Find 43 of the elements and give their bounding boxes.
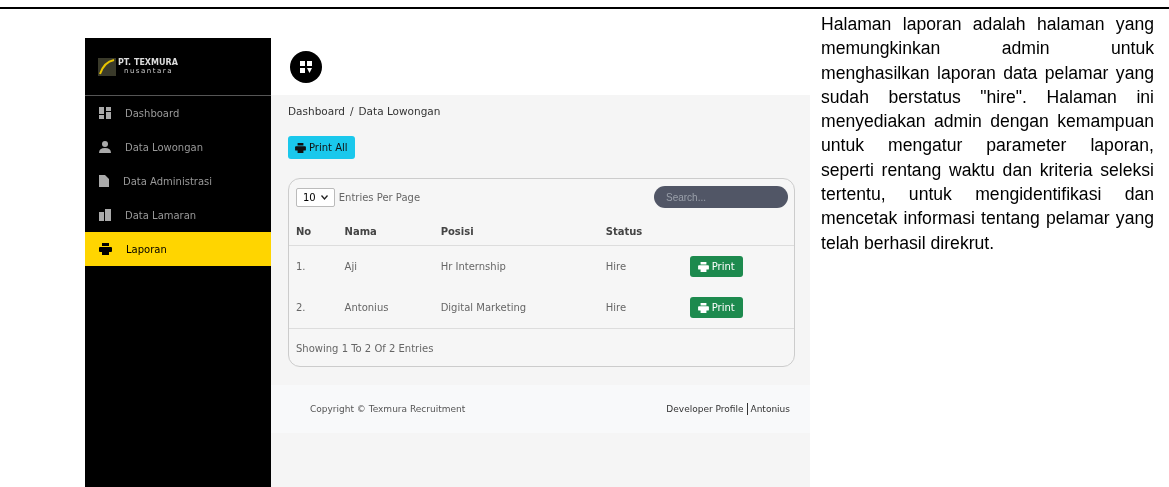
table-summary: Showing 1 To 2 Of 2 Entries <box>289 328 794 366</box>
breadcrumb-current: Data Lowongan <box>358 105 441 117</box>
breadcrumb-link[interactable]: Dashboard <box>288 105 345 117</box>
sidebar-item[interactable]: Dashboard <box>85 96 271 130</box>
sidebar-item[interactable]: Laporan <box>85 232 271 266</box>
footer-link[interactable]: Developer Profile <box>666 404 744 414</box>
document-icon <box>99 175 109 187</box>
sidebar-item[interactable]: Data Administrasi <box>85 164 271 198</box>
menu-toggle-icon[interactable] <box>290 50 322 83</box>
print-button[interactable]: Print <box>689 297 743 318</box>
table-cell-text: Hire <box>604 301 628 315</box>
user-icon <box>99 141 111 153</box>
column-header[interactable]: No <box>289 218 338 246</box>
copyright-text: Copyright © Texmura Recruitment <box>310 404 466 414</box>
grid-icon <box>99 107 111 119</box>
logo-title: PT. TEXMURA <box>118 58 178 67</box>
search-field[interactable]: Search... <box>654 186 788 208</box>
column-header[interactable]: Posisi <box>433 218 599 246</box>
table-cell: Aji <box>337 245 434 287</box>
print-button[interactable]: Print <box>689 256 743 277</box>
table-cell: Hr Internship <box>433 245 599 287</box>
column-header[interactable]: Status <box>598 218 683 246</box>
description-paragraph: Halaman laporan adalah halaman yang memungkinkan admin untuk menghasilkan laporan data pelamar yang sudah berstatus "hire". Halaman ini menyediakan admin dengan kemampuan untuk mengatur parameter laporan, seperti rentang waktu dan kriteria seleksi tertentu, untuk mengidentifikasi dan mencetak informasi tentang pelamar yang telah berhasil direkrut. <box>821 13 1154 255</box>
entries-select[interactable]: 10 <box>296 187 335 207</box>
breadcrumb-separator: / <box>349 105 354 117</box>
entries-label: Entries Per Page <box>338 191 421 203</box>
table-cell: Hire <box>598 245 683 287</box>
printer-icon <box>697 261 709 272</box>
table-cell: 1. <box>289 245 338 287</box>
logo-icon <box>98 57 116 76</box>
printer-icon <box>697 302 709 313</box>
printer-icon <box>99 243 112 255</box>
table-cell-text: Digital Marketing <box>439 301 528 315</box>
table-cell-text: 2. <box>295 301 307 315</box>
footer-link[interactable]: Antonius <box>750 404 790 414</box>
sidebar-item[interactable]: Data Lamaran <box>85 198 271 232</box>
print-all-button[interactable]: Print All <box>288 136 355 159</box>
chevron-down-icon <box>320 194 328 200</box>
sidebar-item[interactable]: Data Lowongan <box>85 130 271 164</box>
column-header[interactable]: Nama <box>337 218 434 246</box>
building-icon <box>99 209 111 221</box>
table-cell-text: Antonius <box>343 301 390 315</box>
printer-icon <box>295 142 306 153</box>
